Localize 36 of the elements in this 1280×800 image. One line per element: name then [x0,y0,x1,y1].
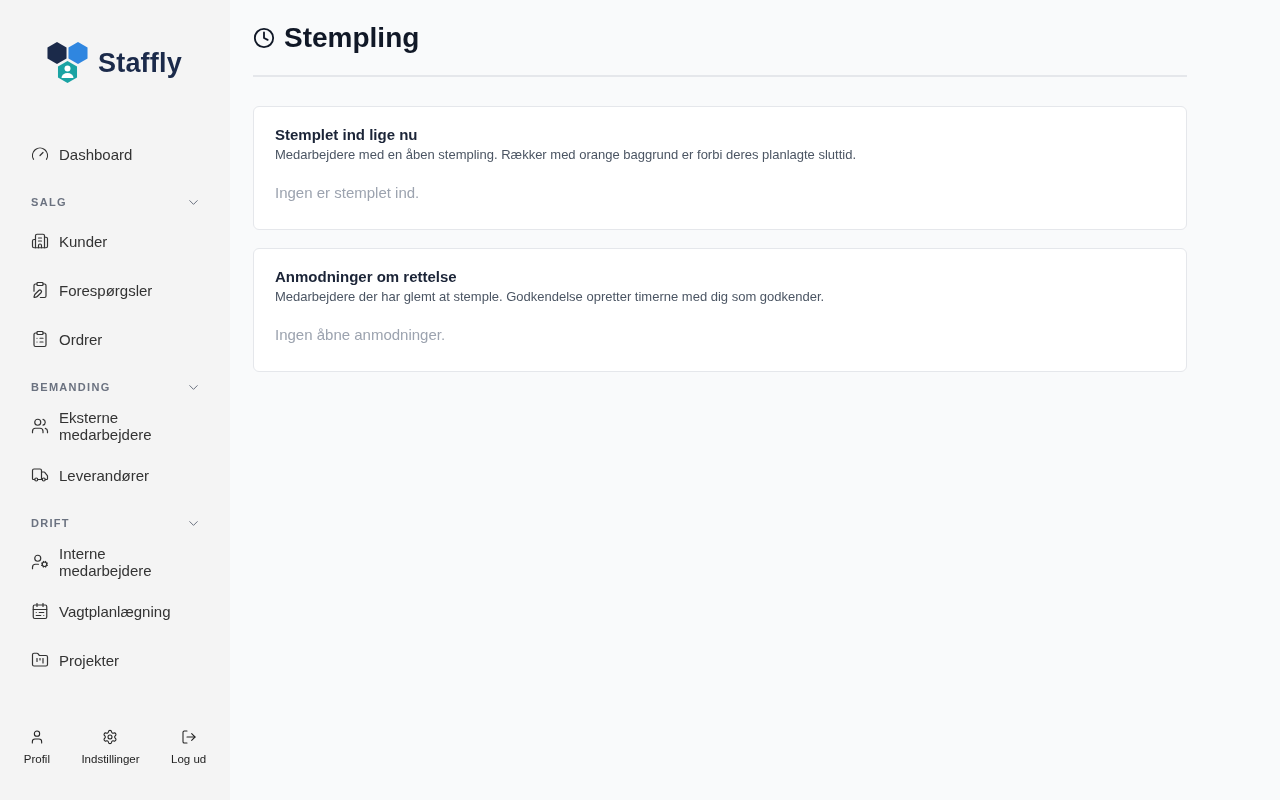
nav-item[interactable]: Interne medarbejdere [31,544,201,580]
empty-message: Ingen er stemplet ind. [275,184,421,201]
empty-message: Ingen åbne anmodninger. [275,326,447,343]
footer-button[interactable]: Profil [19,727,54,767]
card-description: Medarbejdere der har glemt at stemple. Godkendelse opretter timerne med dig som godkender. [275,289,826,304]
nav-icon [31,417,49,435]
nav-item[interactable]: Dashboard [31,136,201,172]
section-header[interactable]: DRIFT [31,514,201,532]
card-title: Stemplet ind lige nu [275,126,419,143]
section-header[interactable]: BEMANDING [31,378,201,396]
nav-icon [31,651,49,669]
logo-icon [46,41,90,85]
nav-icon [31,330,49,348]
logout-icon [180,729,197,745]
nav-item[interactable]: Forespørgsler [31,272,201,308]
card-title: Anmodninger om rettelse [275,268,458,285]
brand-name: Staffly [98,47,182,79]
nav-item[interactable]: Eksterne medarbejdere [31,408,201,444]
nav-item[interactable]: Kunder [31,223,201,259]
clock-icon [253,26,275,49]
footer-button[interactable]: Indstillinger [77,727,144,767]
nav-item[interactable]: Leverandører [31,457,201,493]
nav-icon [31,553,49,571]
section-header[interactable]: SALG [31,193,201,211]
nav-item[interactable]: Vagtplanlægning [31,593,201,629]
nav-item[interactable]: Projekter [31,642,201,678]
page-title: Stempling [284,21,420,54]
nav-item[interactable]: Ordrer [31,321,201,357]
settings-icon [102,729,119,745]
nav-icon [31,466,49,484]
nav-icon [31,232,49,250]
footer-button[interactable]: Log ud [167,727,211,767]
nav-icon [31,602,49,620]
card-description: Medarbejdere med en åben stempling. Rækker med orange baggrund er forbi deres planlagte sluttid. [275,147,857,162]
nav-icon [31,145,49,163]
nav-icon [31,281,49,299]
